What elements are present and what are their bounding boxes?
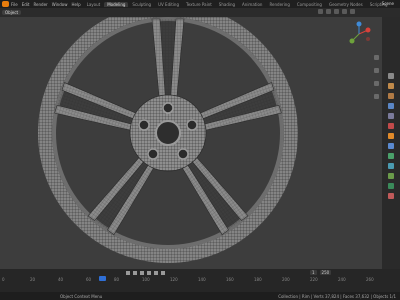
shading-solid-icon[interactable] bbox=[334, 9, 339, 14]
jump-end-icon[interactable] bbox=[161, 270, 165, 275]
world-icon[interactable] bbox=[388, 123, 394, 129]
view-layer-icon[interactable] bbox=[388, 103, 394, 109]
menu-file[interactable]: File bbox=[9, 2, 20, 7]
end-frame-field[interactable]: 250 bbox=[319, 270, 332, 275]
data-icon[interactable] bbox=[388, 183, 394, 189]
tab-modeling[interactable]: Modeling bbox=[104, 1, 129, 7]
play-reverse-icon[interactable] bbox=[140, 270, 144, 275]
tab-rendering[interactable]: Rendering bbox=[266, 2, 292, 7]
render-icon[interactable] bbox=[388, 83, 394, 89]
ruler-tick: 60 bbox=[86, 277, 92, 282]
playhead-marker[interactable] bbox=[99, 276, 106, 281]
status-bar: Object Context Menu Collection | Rim | V… bbox=[0, 292, 400, 300]
ruler-tick: 120 bbox=[170, 277, 178, 282]
scene-selector[interactable]: Scene bbox=[382, 1, 394, 6]
status-hint: Object Context Menu bbox=[60, 293, 103, 299]
ruler-tick: 80 bbox=[114, 277, 120, 282]
ruler-tick: 180 bbox=[254, 277, 262, 282]
menu-help[interactable]: Help bbox=[69, 2, 82, 7]
shading-material-icon[interactable] bbox=[342, 9, 347, 14]
ruler-tick: 160 bbox=[226, 277, 234, 282]
shading-rendered-icon[interactable] bbox=[350, 9, 355, 14]
play-icon[interactable] bbox=[147, 270, 151, 275]
jump-start-icon[interactable] bbox=[126, 270, 130, 275]
menu-render[interactable]: Render bbox=[31, 2, 49, 7]
prev-key-icon[interactable] bbox=[133, 270, 137, 275]
ruler-tick: 0 bbox=[2, 277, 5, 282]
start-frame-field[interactable]: 1 bbox=[310, 270, 317, 275]
ruler-tick: 100 bbox=[142, 277, 150, 282]
tab-shading[interactable]: Shading bbox=[216, 2, 238, 7]
menu-window[interactable]: Window bbox=[50, 2, 70, 7]
material-icon[interactable] bbox=[388, 193, 394, 199]
scene-statistics: Collection | Rim | Verts 37,824 | Faces … bbox=[278, 294, 396, 299]
mode-selector[interactable]: Object bbox=[2, 10, 22, 15]
tool-icon[interactable] bbox=[388, 73, 394, 79]
next-key-icon[interactable] bbox=[154, 270, 158, 275]
constraints-icon[interactable] bbox=[388, 173, 394, 179]
scene-icon[interactable] bbox=[388, 113, 394, 119]
ruler-tick: 240 bbox=[338, 277, 346, 282]
timeline-ruler: 0 20 40 60 80 100 120 140 160 180 200 22… bbox=[0, 277, 400, 282]
tab-animation[interactable]: Animation bbox=[239, 2, 265, 7]
ruler-tick: 200 bbox=[282, 277, 290, 282]
ruler-tick: 40 bbox=[58, 277, 64, 282]
ruler-tick: 140 bbox=[198, 277, 206, 282]
object-icon[interactable] bbox=[388, 133, 394, 139]
ruler-tick: 260 bbox=[366, 277, 374, 282]
overlay-icon[interactable] bbox=[318, 9, 323, 14]
tab-texture-paint[interactable]: Texture Paint bbox=[183, 2, 215, 7]
physics-icon[interactable] bbox=[388, 163, 394, 169]
zoom-icon[interactable] bbox=[374, 55, 379, 60]
tab-compositing[interactable]: Compositing bbox=[294, 2, 325, 7]
tab-uv-editing[interactable]: UV Editing bbox=[155, 2, 182, 7]
timeline[interactable]: 1 250 0 20 40 60 80 100 120 140 160 180 … bbox=[0, 269, 400, 292]
menu-edit[interactable]: Edit bbox=[20, 2, 32, 7]
3d-viewport[interactable] bbox=[0, 17, 382, 269]
camera-view-icon[interactable] bbox=[374, 81, 379, 86]
top-menu-bar: File Edit Render Window Help Layout Mode… bbox=[0, 0, 400, 8]
pan-icon[interactable] bbox=[374, 68, 379, 73]
blender-logo-icon[interactable] bbox=[2, 1, 9, 7]
frame-range: 1 250 bbox=[310, 270, 332, 275]
tab-sculpting[interactable]: Sculpting bbox=[129, 2, 154, 7]
wheel-rim-model bbox=[38, 17, 298, 263]
viewport-header: Object bbox=[0, 8, 400, 17]
playback-controls bbox=[0, 269, 400, 276]
ruler-tick: 20 bbox=[30, 277, 36, 282]
ruler-tick: 220 bbox=[310, 277, 318, 282]
particles-icon[interactable] bbox=[388, 153, 394, 159]
modifier-icon[interactable] bbox=[388, 143, 394, 149]
viewport-header-icons bbox=[318, 9, 355, 14]
tab-layout[interactable]: Layout bbox=[84, 2, 104, 7]
perspective-toggle-icon[interactable] bbox=[374, 94, 379, 99]
navigation-gizmo-icon[interactable] bbox=[346, 21, 372, 47]
output-icon[interactable] bbox=[388, 93, 394, 99]
viewport-nav-tools bbox=[374, 55, 379, 99]
tab-geometry-nodes[interactable]: Geometry Nodes bbox=[326, 2, 366, 7]
properties-tabs bbox=[382, 17, 400, 269]
center-bore bbox=[155, 120, 181, 146]
xray-icon[interactable] bbox=[326, 9, 331, 14]
